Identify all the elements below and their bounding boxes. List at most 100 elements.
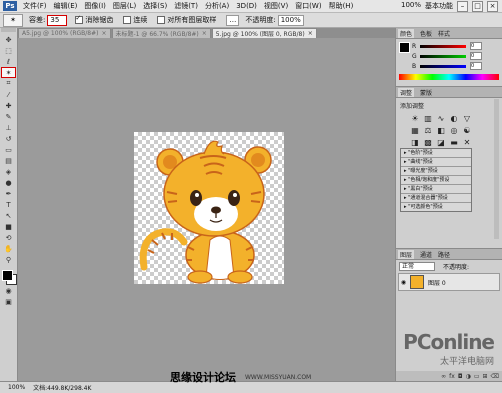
tool-preset-picker[interactable]: ✶: [3, 13, 23, 27]
selective-color-icon[interactable]: ✕: [462, 138, 472, 147]
opacity-input[interactable]: 100%: [277, 14, 304, 26]
folder-icon[interactable]: ▭: [474, 373, 480, 380]
tab-paths[interactable]: 路径: [438, 250, 450, 259]
green-value-input[interactable]: 0: [470, 52, 482, 60]
menu-select[interactable]: 选择(S): [143, 1, 167, 11]
vibrance-icon[interactable]: ▽: [462, 114, 472, 123]
contiguous-option[interactable]: 连续: [123, 15, 149, 25]
tab-adjustments[interactable]: 调整: [398, 87, 415, 97]
red-value-input[interactable]: 0: [470, 42, 482, 50]
photo-filter-icon[interactable]: ◎: [449, 126, 459, 135]
hand-tool-icon[interactable]: ✋: [2, 244, 15, 253]
channel-mixer-icon[interactable]: ☯: [462, 126, 472, 135]
close-icon[interactable]: ×: [101, 30, 106, 37]
quick-mask-icon[interactable]: ◉: [2, 286, 15, 295]
doc-tab-3[interactable]: 5.jpg @ 100% (图层 0, RGB/8) ×: [211, 28, 317, 38]
refine-edge-button[interactable]: …: [226, 14, 240, 26]
new-layer-icon[interactable]: ⊞: [482, 373, 487, 380]
shape-tool-icon[interactable]: ■: [2, 222, 15, 231]
tab-channels[interactable]: 通道: [420, 250, 432, 259]
crop-tool-icon[interactable]: ⌗: [2, 79, 15, 88]
toolbox-grip[interactable]: [1, 28, 16, 32]
zoom-menu[interactable]: 100%: [401, 1, 421, 12]
doc-tab-1[interactable]: A5.jpg @ 100% (RGB/8#) ×: [18, 28, 111, 38]
magic-wand-tool-icon[interactable]: ✶: [1, 67, 16, 78]
trash-icon[interactable]: ⌫: [491, 373, 499, 380]
brightness-icon[interactable]: ☀: [410, 114, 420, 123]
red-slider-track[interactable]: [420, 44, 466, 48]
black-white-icon[interactable]: ◧: [436, 126, 446, 135]
tab-swatches[interactable]: 色板: [420, 29, 432, 38]
3d-rotate-icon[interactable]: ⟲: [2, 233, 15, 242]
tab-color[interactable]: 颜色: [398, 28, 415, 38]
blur-tool-icon[interactable]: ◈: [2, 167, 15, 176]
preset-item[interactable]: ▸ "曲线"预设: [401, 158, 471, 167]
blend-mode-select[interactable]: 正常: [399, 262, 435, 271]
pen-tool-icon[interactable]: ✒: [2, 189, 15, 198]
mask-icon[interactable]: ◘: [458, 373, 463, 380]
preset-item[interactable]: ▸ "黑白"预设: [401, 185, 471, 194]
posterize-icon[interactable]: ▩: [423, 138, 433, 147]
foreground-color-swatch[interactable]: [2, 270, 13, 281]
type-tool-icon[interactable]: T: [2, 200, 15, 209]
all-layers-checkbox[interactable]: [157, 16, 166, 24]
healing-tool-icon[interactable]: ✚: [2, 101, 15, 110]
antialias-option[interactable]: 消除锯齿: [75, 14, 115, 25]
marquee-tool-icon[interactable]: ⬚: [2, 46, 15, 55]
menu-3d[interactable]: 3D(D): [236, 2, 257, 10]
threshold-icon[interactable]: ◪: [436, 138, 446, 147]
zoom-tool-icon[interactable]: ⚲: [2, 255, 15, 264]
gradient-map-icon[interactable]: ▬: [449, 138, 459, 147]
preset-item[interactable]: ▸ "曝光度"预设: [401, 167, 471, 176]
workspace-switcher[interactable]: 基本功能: [425, 1, 453, 12]
green-channel-slider[interactable]: G 0: [412, 52, 482, 60]
path-select-icon[interactable]: ↖: [2, 211, 15, 220]
menu-window[interactable]: 窗口(W): [295, 1, 321, 11]
antialias-checkbox[interactable]: [75, 14, 84, 24]
levels-icon[interactable]: ▥: [423, 114, 433, 123]
exposure-icon[interactable]: ◐: [449, 114, 459, 123]
color-balance-icon[interactable]: ⚖: [423, 126, 433, 135]
menu-filter[interactable]: 滤镜(T): [174, 1, 198, 11]
gradient-tool-icon[interactable]: ▤: [2, 156, 15, 165]
red-channel-slider[interactable]: R 0: [412, 42, 482, 50]
preset-item[interactable]: ▸ "色阶"预设: [401, 149, 471, 158]
close-icon[interactable]: ×: [202, 30, 207, 37]
layer-row[interactable]: ◉ 图层 0: [398, 273, 500, 291]
green-slider-track[interactable]: [420, 54, 466, 58]
dodge-tool-icon[interactable]: ●: [2, 178, 15, 187]
lasso-tool-icon[interactable]: ℓ: [2, 57, 15, 66]
preset-item[interactable]: ▸ "可选颜色"预设: [401, 203, 471, 211]
menu-image[interactable]: 图像(I): [84, 1, 106, 11]
menu-file[interactable]: 文件(F): [23, 1, 47, 11]
blue-slider-track[interactable]: [420, 64, 466, 68]
tolerance-input[interactable]: 35: [47, 14, 68, 26]
blue-channel-slider[interactable]: B 0: [412, 62, 482, 70]
doc-tab-2[interactable]: 未标题-1 @ 66.7% (RGB/8#) ×: [111, 28, 211, 38]
color-spectrum-ramp[interactable]: [399, 74, 499, 80]
minimize-button[interactable]: –: [457, 1, 468, 12]
canvas-area[interactable]: [18, 38, 395, 381]
close-icon[interactable]: ×: [308, 30, 313, 37]
eyedropper-tool-icon[interactable]: ⁄: [2, 90, 15, 99]
move-tool-icon[interactable]: ✥: [2, 35, 15, 44]
stamp-tool-icon[interactable]: ⊥: [2, 123, 15, 132]
history-brush-icon[interactable]: ↺: [2, 134, 15, 143]
eraser-tool-icon[interactable]: ▭: [2, 145, 15, 154]
layer-name[interactable]: 图层 0: [428, 278, 446, 287]
foreground-color-chip[interactable]: [399, 42, 410, 53]
contiguous-checkbox[interactable]: [123, 16, 132, 24]
close-button[interactable]: ×: [487, 1, 498, 12]
blue-value-input[interactable]: 0: [470, 62, 482, 70]
color-swatches[interactable]: [1, 269, 17, 285]
preset-item[interactable]: ▸ "通道混合器"预设: [401, 194, 471, 203]
document-info[interactable]: 文档:449.8K/298.4K: [33, 383, 91, 392]
link-icon[interactable]: ∞: [441, 373, 446, 380]
maximize-button[interactable]: □: [472, 1, 483, 12]
menu-analysis[interactable]: 分析(A): [205, 1, 229, 11]
menu-help[interactable]: 帮助(H): [329, 1, 354, 11]
hue-saturation-icon[interactable]: ▦: [410, 126, 420, 135]
eye-icon[interactable]: ◉: [399, 279, 408, 286]
adjustments-scrollbar[interactable]: [494, 99, 499, 239]
brush-tool-icon[interactable]: ✎: [2, 112, 15, 121]
